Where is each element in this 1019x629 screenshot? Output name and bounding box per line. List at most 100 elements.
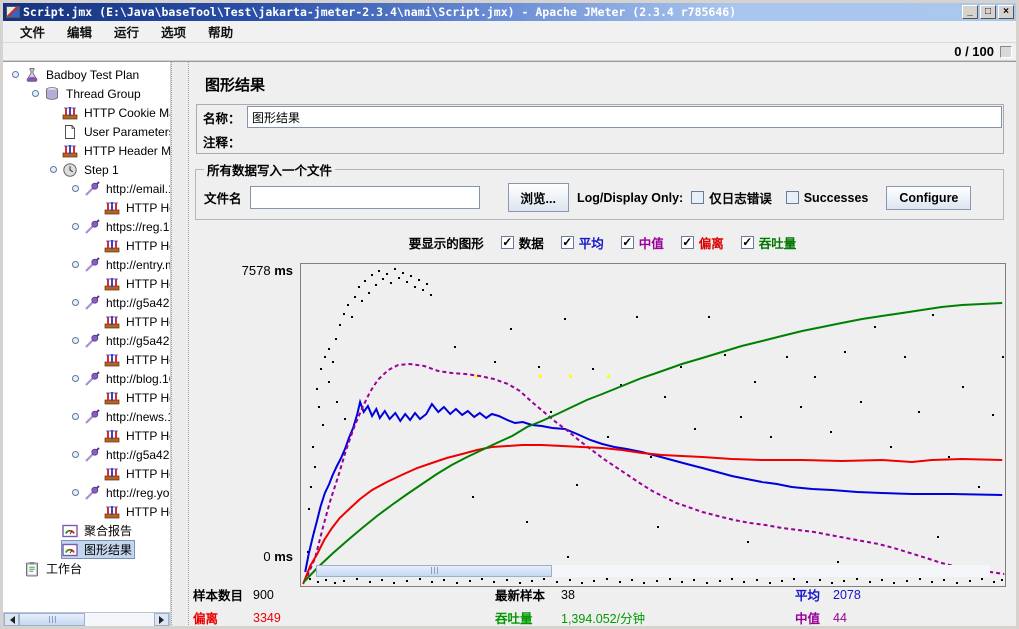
menu-item-3[interactable]: 选项 xyxy=(152,20,195,43)
graph-horizontal-scrollbar[interactable] xyxy=(300,564,1006,578)
checkbox-checked-icon[interactable]: ✓ xyxy=(741,236,754,249)
tree-scroll-track[interactable] xyxy=(19,613,154,626)
tree-scroll-thumb[interactable] xyxy=(19,613,85,626)
tree-node-http-heac[interactable]: HTTP Heac xyxy=(3,426,170,445)
title-bar[interactable]: Script.jmx (E:\Java\baseTool\Test\jakart… xyxy=(3,3,1016,21)
tree-node-http-g5a42-ma[interactable]: http://g5a42.ma xyxy=(3,445,170,464)
tree-node-http-heac[interactable]: HTTP Heac xyxy=(3,388,170,407)
log-checkbox-0[interactable]: 仅日志错误 xyxy=(691,188,772,207)
tree-node-http-heac[interactable]: HTTP Heac xyxy=(3,464,170,483)
tree-expand-handle-icon[interactable] xyxy=(72,261,79,268)
tree-node-label: HTTP Heac xyxy=(124,315,170,329)
comment-label: 注释： xyxy=(197,132,247,151)
tree-expand-handle-icon[interactable] xyxy=(72,375,79,382)
graph-option-checkbox-2[interactable]: ✓中值 xyxy=(621,233,664,252)
tree-node-badboy-test-plan[interactable]: Badboy Test Plan xyxy=(3,65,170,84)
tree-node-http-heac[interactable]: HTTP Heac xyxy=(3,350,170,369)
tree-node-http-news-16[interactable]: http://news.16 xyxy=(3,407,170,426)
graph-scroll-thumb[interactable] xyxy=(316,565,552,577)
graph-option-checkbox-0[interactable]: ✓数据 xyxy=(501,233,544,252)
checkbox-unchecked-icon[interactable] xyxy=(691,191,704,204)
tree-node-http-heac[interactable]: HTTP Heac xyxy=(3,502,170,521)
checkbox-checked-icon[interactable]: ✓ xyxy=(621,236,634,249)
tree-node-http-cookie-manag[interactable]: HTTP Cookie Manag xyxy=(3,103,170,122)
graph-option-checkbox-3[interactable]: ✓偏离 xyxy=(681,233,724,252)
header-manager-icon xyxy=(104,276,120,292)
tree-node-http-heac[interactable]: HTTP Heac xyxy=(3,312,170,331)
tree-node-label: Step 1 xyxy=(82,163,121,177)
tree-node-http-heac[interactable]: HTTP Heac xyxy=(3,198,170,217)
tree-node-http-g5a42-ma[interactable]: http://g5a42.ma xyxy=(3,293,170,312)
tree-expand-handle-icon[interactable] xyxy=(72,413,79,420)
run-indicator xyxy=(1000,46,1012,58)
y-axis-max-label: 7578 ms xyxy=(189,263,293,278)
menu-item-2[interactable]: 运行 xyxy=(105,20,148,43)
tree-node-http-heac[interactable]: HTTP Heac xyxy=(3,236,170,255)
tree-node-http-blog-163-[interactable]: http://blog.163. xyxy=(3,369,170,388)
scroll-left-icon[interactable] xyxy=(4,613,19,626)
user-parameters-icon xyxy=(62,124,78,140)
tree-node-http-header-mana[interactable]: HTTP Header Mana xyxy=(3,141,170,160)
menu-item-4[interactable]: 帮助 xyxy=(199,20,242,43)
tree-node-聚合报告[interactable]: 聚合报告 xyxy=(3,521,170,540)
browse-button[interactable]: 浏览... xyxy=(508,183,569,212)
menu-item-0[interactable]: 文件 xyxy=(11,20,54,43)
tree-node-label: HTTP Heac xyxy=(124,239,170,253)
sampler-icon xyxy=(84,485,100,501)
tree-expand-handle-icon[interactable] xyxy=(72,451,79,458)
tree-node-http-g5a42-ma[interactable]: http://g5a42.ma xyxy=(3,331,170,350)
tree-expand-handle-icon[interactable] xyxy=(32,90,39,97)
graphs-to-display-row: 要显示的图形 ✓数据✓平均✓中值✓偏离✓吞吐量 xyxy=(189,233,1016,252)
tree-node-user-parameters[interactable]: User Parameters xyxy=(3,122,170,141)
checkbox-checked-icon[interactable]: ✓ xyxy=(681,236,694,249)
tree-node-https-reg-163[interactable]: https://reg.163 xyxy=(3,217,170,236)
tree-expand-handle-icon[interactable] xyxy=(72,223,79,230)
tree-expand-handle-icon[interactable] xyxy=(72,337,79,344)
tree-expand-handle-icon[interactable] xyxy=(12,71,19,78)
stat-中值: 中值44 xyxy=(795,608,1016,627)
checkbox-checked-icon[interactable]: ✓ xyxy=(501,236,514,249)
tree-node-图形结果[interactable]: 图形结果 xyxy=(3,540,170,559)
graph-option-checkbox-4[interactable]: ✓吞吐量 xyxy=(741,233,797,252)
menu-item-1[interactable]: 编辑 xyxy=(58,20,101,43)
name-input[interactable] xyxy=(247,106,1002,128)
window-title: Script.jmx (E:\Java\baseTool\Test\jakart… xyxy=(23,5,962,19)
log-checkbox-1[interactable]: Successes xyxy=(786,191,869,205)
tree-node-step-1[interactable]: Step 1 xyxy=(3,160,170,179)
checkbox-checked-icon[interactable]: ✓ xyxy=(561,236,574,249)
maximize-button[interactable]: □ xyxy=(980,5,996,19)
tree-expand-handle-icon[interactable] xyxy=(50,166,57,173)
tree-node-http-email-163[interactable]: http://email.163 xyxy=(3,179,170,198)
log-display-only-label: Log/Display Only: xyxy=(577,191,683,205)
graph-option-checkbox-1[interactable]: ✓平均 xyxy=(561,233,604,252)
header-manager-icon xyxy=(104,428,120,444)
minimize-button[interactable]: _ xyxy=(962,5,978,19)
tree-node-thread-group[interactable]: Thread Group xyxy=(3,84,170,103)
checkbox-unchecked-icon[interactable] xyxy=(786,191,799,204)
graph-scroll-track[interactable] xyxy=(316,565,990,577)
scroll-right-icon[interactable] xyxy=(154,613,169,626)
configure-button[interactable]: Configure xyxy=(886,186,971,210)
sampler-icon xyxy=(84,447,100,463)
tree-node-label: HTTP Heac xyxy=(124,201,170,215)
tree-node-http-reg-youd[interactable]: http://reg.youd xyxy=(3,483,170,502)
comment-input[interactable] xyxy=(247,131,1003,151)
tree-node-label: https://reg.163 xyxy=(104,220,170,234)
graph-plot xyxy=(300,263,1006,587)
tree-node-label: 聚合报告 xyxy=(82,522,134,539)
tree-node-http-entry-mai[interactable]: http://entry.mai xyxy=(3,255,170,274)
filename-input[interactable] xyxy=(250,186,480,209)
tree-node-http-heac[interactable]: HTTP Heac xyxy=(3,274,170,293)
tree-expand-handle-icon[interactable] xyxy=(72,489,79,496)
close-button[interactable]: × xyxy=(998,5,1014,19)
tree-expand-handle-icon[interactable] xyxy=(72,185,79,192)
tree-scroll-area[interactable]: Badboy Test PlanThread Group HTTP Cookie … xyxy=(3,62,170,612)
sampler-icon xyxy=(84,409,100,425)
app-icon xyxy=(6,6,20,18)
tree-expand-handle-icon[interactable] xyxy=(72,299,79,306)
y-axis-min-label: 0 ms xyxy=(189,549,293,564)
tree-node-工作台[interactable]: 工作台 xyxy=(3,559,170,578)
tree-node-label: HTTP Cookie Manag xyxy=(82,106,170,120)
splitpane-divider[interactable] xyxy=(171,62,189,627)
tree-horizontal-scrollbar[interactable] xyxy=(3,612,170,627)
